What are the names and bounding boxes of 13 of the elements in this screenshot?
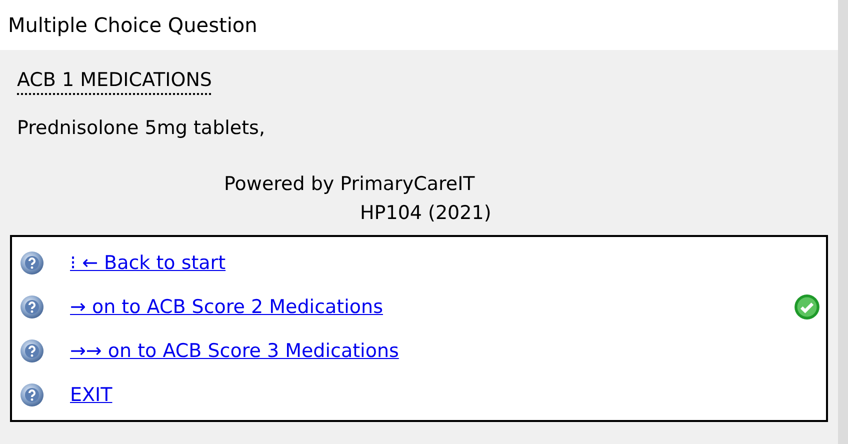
question-heading: ACB 1 MEDICATIONS xyxy=(17,69,212,91)
credit-text: HP104 (2021) xyxy=(360,202,492,226)
option-link[interactable]: ⁝ ← Back to start xyxy=(70,252,226,274)
help-icon xyxy=(20,295,44,319)
help-icon xyxy=(20,251,44,275)
question-text: Prednisolone 5mg tablets, xyxy=(17,117,265,139)
option-link[interactable]: →→ on to ACB Score 3 Medications xyxy=(70,340,399,362)
help-icon xyxy=(20,383,44,407)
window-title: Multiple Choice Question xyxy=(8,13,258,37)
credit-text: Powered by PrimaryCareIT xyxy=(224,173,475,197)
option-link[interactable]: → on to ACB Score 2 Medications xyxy=(70,296,383,318)
help-icon xyxy=(20,339,44,363)
option-link[interactable]: EXIT xyxy=(70,384,112,406)
